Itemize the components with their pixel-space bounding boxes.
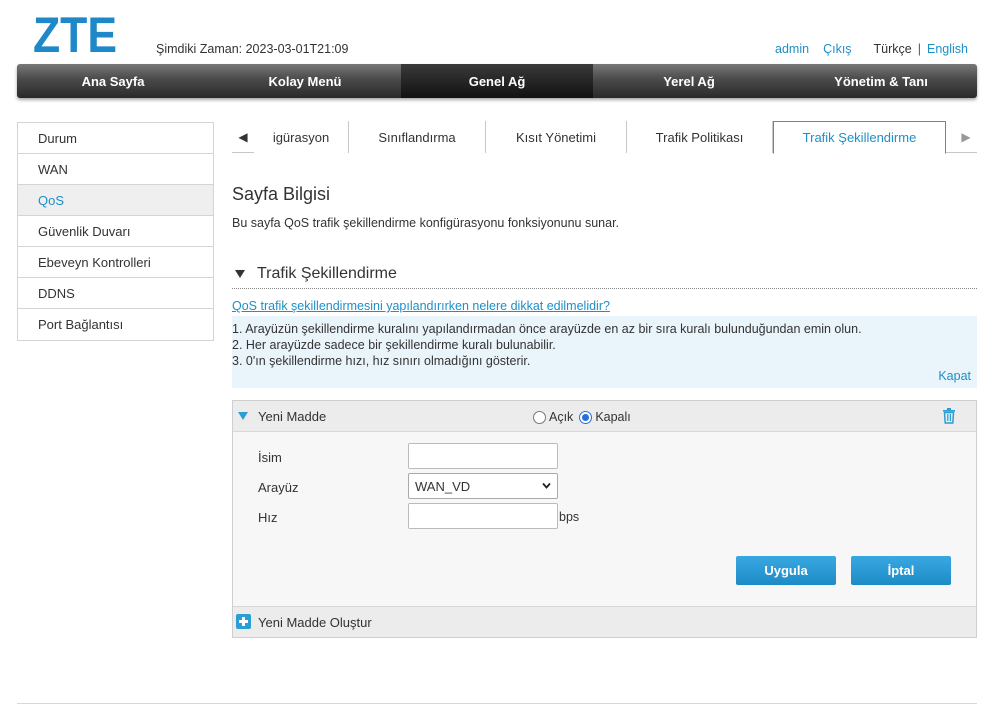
- tab-configuration[interactable]: igürasyon: [254, 121, 349, 153]
- radio-on[interactable]: [533, 410, 546, 424]
- svg-text:ZTE: ZTE: [33, 12, 117, 56]
- rate-input[interactable]: [408, 503, 558, 529]
- nav-management[interactable]: Yönetim & Tanı: [785, 64, 977, 98]
- current-time: Şimdiki Zaman: 2023-03-01T21:09: [156, 42, 349, 56]
- user-link[interactable]: admin: [775, 42, 809, 56]
- rate-label: Hız: [258, 510, 278, 525]
- enable-radio-group: Açık Kapalı: [533, 410, 631, 424]
- nav-local-network[interactable]: Yerel Ağ: [593, 64, 785, 98]
- name-input[interactable]: [408, 443, 558, 469]
- section-header[interactable]: Trafik Şekillendirme: [232, 260, 977, 289]
- footer-divider: [17, 703, 977, 704]
- help-box: 1. Arayüzün şekillendirme kuralını yapıl…: [232, 316, 977, 388]
- interface-select[interactable]: WAN_VD: [408, 473, 558, 499]
- item-collapse-icon[interactable]: [238, 412, 248, 420]
- item-title: Yeni Madde: [258, 409, 327, 424]
- help-close-link[interactable]: Kapat: [938, 368, 971, 384]
- help-line: 1. Arayüzün şekillendirme kuralını yapıl…: [232, 322, 862, 336]
- sidebar-item-wan[interactable]: WAN: [18, 154, 213, 185]
- help-link[interactable]: QoS trafik şekillendirmesini yapılandırı…: [232, 299, 610, 313]
- logout-link[interactable]: Çıkış: [823, 42, 851, 56]
- lang-english-link[interactable]: English: [927, 42, 968, 56]
- help-line: 3. 0'ın şekillendirme hızı, hız sınırı o…: [232, 354, 531, 368]
- tab-classification[interactable]: Sınıflandırma: [349, 121, 486, 153]
- sidebar-item-qos[interactable]: QoS: [18, 185, 213, 216]
- page-title: Sayfa Bilgisi: [232, 184, 331, 204]
- nav-easy-menu[interactable]: Kolay Menü: [209, 64, 401, 98]
- tab-traffic-policy[interactable]: Trafik Politikası: [627, 121, 773, 153]
- sidebar-item-status[interactable]: Durum: [18, 123, 213, 154]
- sidebar-item-ddns[interactable]: DDNS: [18, 278, 213, 309]
- chevron-down-icon: [542, 482, 551, 489]
- sub-tabs: ◀ igürasyon Sınıflandırma Kısıt Yönetimi…: [232, 121, 977, 154]
- delete-icon[interactable]: [942, 408, 956, 424]
- name-label: İsim: [258, 450, 282, 465]
- radio-on-label: Açık: [549, 410, 574, 424]
- top-links: admin Çıkış Türkçe | English: [775, 42, 968, 56]
- interface-selected-value: WAN_VD: [415, 478, 471, 494]
- zte-logo: ZTE: [33, 12, 117, 56]
- apply-button[interactable]: Uygula: [736, 556, 836, 585]
- shaping-item-panel: Yeni Madde Açık Kapalı İsim Arayüz WAN_V…: [232, 400, 977, 638]
- lang-separator: |: [917, 42, 921, 56]
- tab-traffic-shaping[interactable]: Trafik Şekillendirme: [773, 121, 946, 154]
- sidebar-item-firewall[interactable]: Güvenlik Duvarı: [18, 216, 213, 247]
- main-nav: Ana Sayfa Kolay Menü Genel Ağ Yerel Ağ Y…: [17, 64, 977, 98]
- tab-scroll-right-icon[interactable]: ▶: [955, 121, 977, 152]
- help-line: 2. Her arayüzde sadece bir şekillendirme…: [232, 338, 556, 352]
- tab-scroll-left-icon[interactable]: ◀: [232, 121, 254, 152]
- add-icon[interactable]: [236, 614, 251, 629]
- rate-unit: bps: [559, 510, 580, 524]
- page-description: Bu sayfa QoS trafik şekillendirme konfig…: [232, 216, 620, 230]
- cancel-button[interactable]: İptal: [851, 556, 951, 585]
- item-header: Yeni Madde Açık Kapalı: [233, 401, 976, 432]
- create-item-label[interactable]: Yeni Madde Oluştur: [258, 615, 372, 630]
- radio-off[interactable]: [579, 410, 593, 424]
- section-title: Trafik Şekillendirme: [257, 265, 397, 282]
- lang-current: Türkçe: [873, 42, 912, 56]
- interface-label: Arayüz: [258, 480, 299, 495]
- nav-home[interactable]: Ana Sayfa: [17, 64, 209, 98]
- tab-limit-management[interactable]: Kısıt Yönetimi: [486, 121, 627, 153]
- collapse-icon: [235, 270, 245, 278]
- sidebar: Durum WAN QoS Güvenlik Duvarı Ebeveyn Ko…: [17, 122, 214, 341]
- sidebar-item-parental-controls[interactable]: Ebeveyn Kontrolleri: [18, 247, 213, 278]
- nav-internet[interactable]: Genel Ağ: [401, 64, 593, 98]
- create-item-row[interactable]: Yeni Madde Oluştur: [233, 606, 976, 637]
- sidebar-item-port-forwarding[interactable]: Port Bağlantısı: [18, 309, 213, 340]
- radio-off-label: Kapalı: [595, 410, 631, 424]
